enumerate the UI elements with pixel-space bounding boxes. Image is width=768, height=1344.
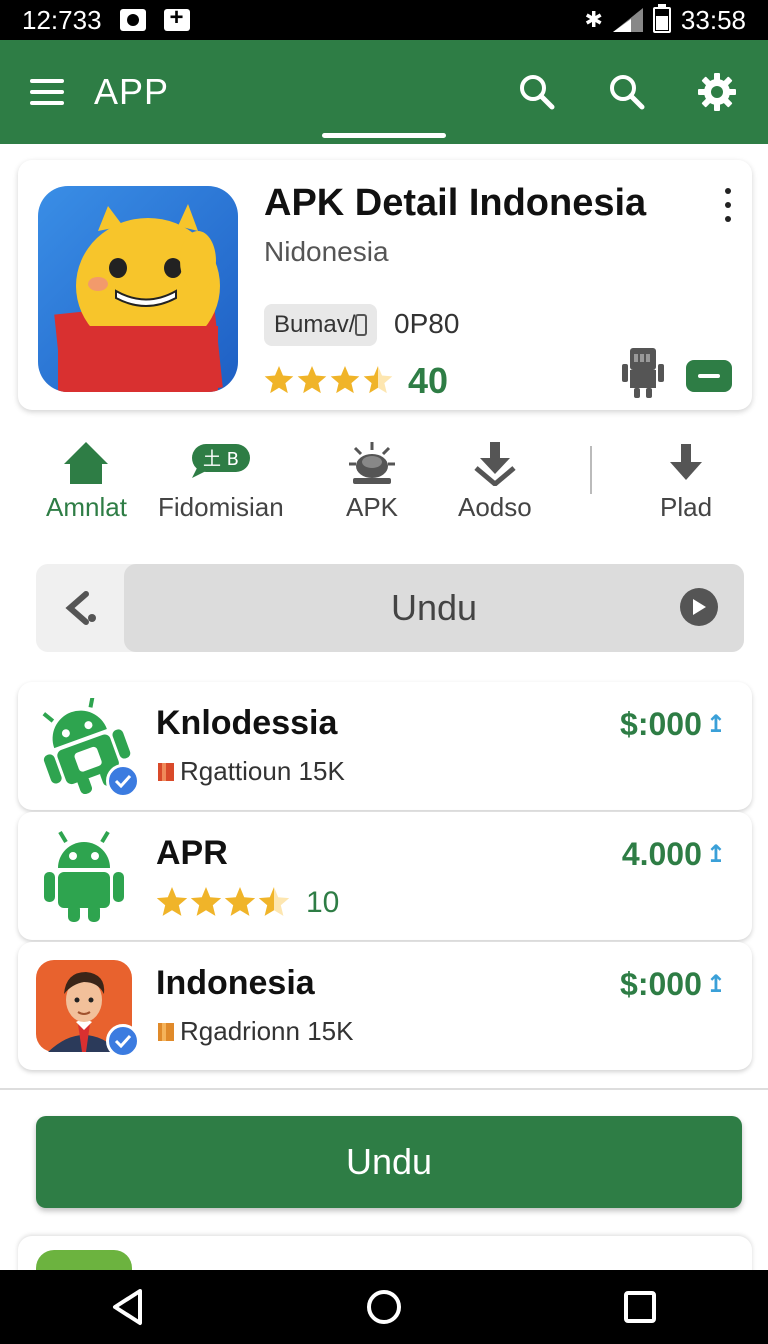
battery-icon (652, 4, 671, 33)
category-label: APK (346, 492, 399, 522)
chevron-left-icon (65, 591, 96, 625)
android-robot-icon[interactable] (620, 344, 666, 398)
status-time-right: 33:58 (680, 4, 746, 35)
category-label: Aodso (458, 492, 532, 522)
book-icon (158, 762, 174, 781)
download-icon (474, 442, 516, 486)
play-icon[interactable] (680, 588, 718, 626)
star-icon (224, 887, 256, 916)
price-text: $:000 (620, 966, 702, 1002)
category-nav: Amnlat 土 B Fidomisian APK Aodso Plad (0, 440, 768, 530)
undu-selector[interactable]: Undu (124, 564, 744, 652)
tag-chip[interactable]: Bumav/ (264, 304, 378, 346)
status-time: 12:733 (22, 4, 102, 35)
android-icon (34, 695, 140, 798)
list-item-rating: 10 (156, 886, 339, 920)
category-plad[interactable]: Plad (660, 440, 712, 523)
android-icon (34, 828, 134, 924)
chat-badge: 土 B (203, 449, 239, 470)
list-item-price: $:000 ↥ (620, 966, 726, 1003)
home-icon[interactable] (354, 1277, 414, 1337)
rating-value: 10 (306, 886, 340, 919)
star-icon (156, 887, 188, 916)
divider (590, 446, 592, 494)
star-icon (330, 366, 360, 394)
list-item-subtitle-text: Rgadrionn 15K (180, 1016, 354, 1046)
app-rating: 40 (264, 360, 448, 402)
list-item-price: $:000 ↥ (620, 706, 726, 743)
star-rating (264, 366, 394, 396)
star-icon (258, 887, 290, 916)
list-item-title: Knlodessia (156, 704, 338, 742)
app-code: 0P80 (394, 308, 460, 339)
star-icon (190, 887, 222, 916)
arrow-up-icon: ↥ (705, 841, 726, 868)
arrow-down-icon (670, 444, 703, 480)
undu-label: Undu (390, 587, 478, 628)
list-item[interactable]: Knlodessia Rgattioun 15K $:000 ↥ (18, 682, 752, 810)
list-item[interactable]: APR 10 4.000 ↥ (18, 812, 752, 940)
category-apk[interactable]: APK (346, 440, 398, 523)
toggle-icon[interactable] (686, 360, 732, 392)
search-icon[interactable] (606, 71, 648, 113)
book-icon (158, 1022, 174, 1041)
price-text: 4.000 (621, 836, 702, 872)
home-icon (64, 442, 109, 484)
divider (0, 1088, 768, 1090)
camera-icon (119, 9, 146, 31)
category-home[interactable]: Amnlat (46, 440, 127, 523)
tag-chip-label: Bumav/ (274, 311, 356, 338)
gear-icon[interactable] (696, 71, 738, 113)
tab-indicator (322, 133, 446, 138)
app-detail-subtitle: Nidonesia (264, 236, 389, 267)
list-item-subtitle: Rgadrionn 15K (156, 1016, 353, 1047)
star-icon (297, 366, 327, 394)
category-chat[interactable]: 土 B Fidomisian (158, 440, 284, 523)
status-bar: 12:733 ✱ 33:58 (0, 0, 768, 40)
more-options-icon[interactable] (722, 188, 734, 222)
category-label: Plad (660, 492, 713, 522)
person-avatar-icon (34, 958, 140, 1058)
chat-icon: 土 B (191, 444, 250, 478)
list-item-title: Indonesia (156, 964, 315, 1002)
star-icon (363, 366, 393, 394)
plus-icon (163, 4, 190, 32)
list-item-subtitle-text: Rgattioun 15K (180, 756, 345, 786)
list-item-title: APR (156, 834, 228, 872)
price-text: $:000 (620, 706, 702, 742)
signal-icon (612, 8, 643, 32)
app-bar: APP (0, 40, 768, 144)
arrow-up-icon: ↥ (705, 971, 726, 998)
app-title: APP (94, 71, 170, 112)
category-label: Fidomisian (158, 492, 284, 522)
category-label: Amnlat (46, 492, 127, 522)
rating-value: 40 (408, 360, 449, 401)
undu-button[interactable]: Undu (36, 1116, 742, 1208)
list-item-subtitle: Rgattioun 15K (156, 756, 345, 787)
search-icon[interactable] (516, 71, 558, 113)
back-button[interactable] (36, 564, 124, 652)
bluetooth-icon: ✱ (584, 7, 603, 32)
system-nav-bar (0, 1270, 768, 1344)
star-icon (264, 366, 294, 394)
app-detail-title: APK Detail Indonesia (264, 182, 647, 224)
bug-icon (349, 442, 396, 484)
undu-bar: Undu (36, 564, 744, 652)
verified-badge-icon (106, 764, 140, 798)
arrow-up-icon: ↥ (705, 711, 726, 738)
back-icon[interactable] (98, 1277, 158, 1337)
list-item[interactable]: Indonesia Rgadrionn 15K $:000 ↥ (18, 942, 752, 1070)
list-item-price: 4.000 ↥ (622, 836, 726, 873)
verified-badge-icon (106, 1024, 140, 1058)
category-download[interactable]: Aodso (458, 440, 532, 523)
phone-icon (355, 314, 368, 336)
app-detail-card[interactable]: APK Detail Indonesia Nidonesia Bumav/ 0P… (18, 160, 752, 410)
menu-icon[interactable] (30, 79, 64, 105)
undu-button-label: Undu (345, 1141, 433, 1182)
star-rating (156, 887, 290, 916)
recents-icon[interactable] (610, 1277, 670, 1337)
app-icon (38, 186, 238, 392)
